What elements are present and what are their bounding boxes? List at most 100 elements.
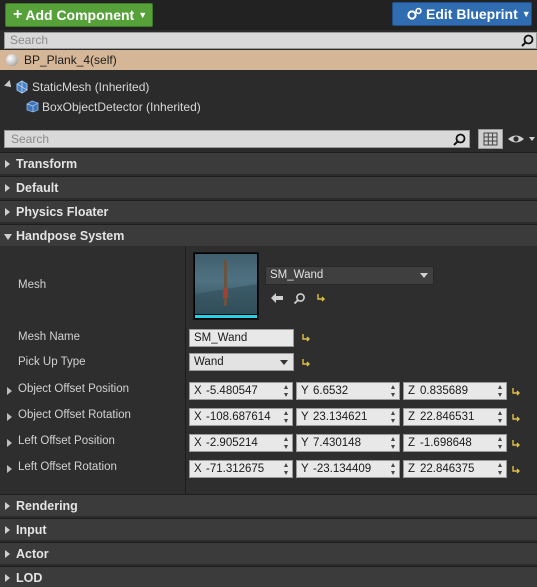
mesh-asset-value: SM_Wand [270,269,324,281]
vector-property-label: Object Offset Position [18,383,130,395]
reset-to-default-icon[interactable] [301,333,311,342]
expand-arrow-icon[interactable] [7,439,12,447]
vector-x-field[interactable]: X -5.480547 [189,382,293,400]
spin-arrows-icon[interactable] [391,385,396,397]
vector-y-value: 6.6532 [313,385,349,397]
vector-x-value: -5.480547 [206,385,258,397]
reset-to-default-icon[interactable] [511,413,521,422]
expand-arrow-icon[interactable] [7,413,12,421]
axis-letter: X [194,437,202,449]
spin-arrows-icon[interactable] [284,411,289,423]
axis-letter: Z [408,437,416,449]
property-matrix-button[interactable] [478,129,503,149]
details-search-input[interactable]: Search [4,130,470,148]
category-input[interactable]: Input [0,518,537,540]
mesh-asset-combo[interactable]: SM_Wand [265,266,434,285]
wand-preview-icon [195,260,257,314]
spin-arrows-icon[interactable] [498,411,503,423]
edit-blueprint-button[interactable]: Edit Blueprint ▼ [392,2,532,26]
vector-y-value: -23.134409 [313,463,372,475]
category-label: LOD [16,571,43,585]
vector-property-label: Left Offset Rotation [18,461,117,473]
vector-property-label: Left Offset Position [18,435,115,447]
expand-arrow-icon[interactable] [7,387,12,395]
reset-to-default-icon[interactable] [301,358,311,367]
browse-asset-search-icon[interactable] [293,292,306,305]
category-transform[interactable]: Transform [0,152,537,174]
category-physics-floater[interactable]: Physics Floater [0,200,537,222]
category-label: Default [16,181,59,195]
spin-arrows-icon[interactable] [391,463,396,475]
spin-arrows-icon[interactable] [284,463,289,475]
expand-arrow-icon [5,502,10,510]
pick-up-type-value: Wand [194,356,224,368]
eye-icon [508,135,535,143]
box-collision-icon [26,100,39,113]
spin-arrows-icon[interactable] [391,411,396,423]
mesh-name-value: SM_Wand [194,332,248,344]
plus-icon: + [13,6,23,23]
gears-icon [407,7,422,20]
category-handpose-system[interactable]: Handpose System [0,224,537,246]
spin-arrows-icon[interactable] [498,385,503,397]
chevron-down-icon [280,360,288,365]
vector-x-field[interactable]: X -108.687614 [189,408,293,426]
category-default[interactable]: Default [0,176,537,198]
collapse-arrow-icon [4,234,12,240]
expand-arrow-icon[interactable] [4,80,14,90]
details-search-placeholder: Search [11,132,50,146]
vector-x-field[interactable]: X -2.905214 [189,434,293,452]
vector-x-field[interactable]: X -71.312675 [189,460,293,478]
vector-z-field[interactable]: Z 22.846531 [403,408,507,426]
vector-z-field[interactable]: Z 0.835689 [403,382,507,400]
vector-z-value: 22.846375 [420,463,475,475]
category-label: Actor [16,547,49,561]
chevron-down-icon: ▼ [521,9,531,19]
category-lod[interactable]: LOD [0,566,537,587]
axis-letter: X [194,385,202,397]
vector-z-field[interactable]: Z -1.698648 [403,434,507,452]
expand-arrow-icon [5,526,10,534]
pick-up-type-label: Pick Up Type [18,356,86,368]
mesh-name-input[interactable]: SM_Wand [189,329,294,347]
search-icon[interactable] [521,34,534,47]
tree-item-boxobjectdetector[interactable]: BoxObjectDetector (Inherited) [0,97,537,117]
components-search-input[interactable]: Search [4,32,537,49]
tree-item-staticmesh[interactable]: StaticMesh (Inherited) [0,77,537,97]
column-divider[interactable] [185,246,186,494]
vector-y-field[interactable]: Y 23.134621 [296,408,400,426]
spin-arrows-icon[interactable] [498,463,503,475]
expand-arrow-icon [5,160,10,168]
search-icon[interactable] [453,133,466,146]
chevron-down-icon: ▼ [138,10,148,20]
spin-arrows-icon[interactable] [391,437,396,449]
tree-item-label: BoxObjectDetector (Inherited) [42,100,201,114]
vector-x-value: -2.905214 [206,437,258,449]
reset-to-default-icon[interactable] [511,387,521,396]
spin-arrows-icon[interactable] [284,437,289,449]
vector-y-field[interactable]: Y 6.6532 [296,382,400,400]
spin-arrows-icon[interactable] [284,385,289,397]
vector-y-field[interactable]: Y -23.134409 [296,460,400,478]
add-component-button[interactable]: + Add Component ▼ [5,3,153,27]
vector-property-label: Object Offset Rotation [18,409,131,421]
component-self-item[interactable]: BP_Plank_4(self) [0,50,537,70]
mesh-thumbnail[interactable] [193,252,259,320]
category-rendering[interactable]: Rendering [0,494,537,516]
reset-to-default-icon[interactable] [316,293,326,302]
expand-arrow-icon [5,184,10,192]
view-options-button[interactable] [506,130,537,148]
spin-arrows-icon[interactable] [498,437,503,449]
vector-y-field[interactable]: Y 7.430148 [296,434,400,452]
use-selected-arrow-icon[interactable] [270,292,284,304]
category-actor[interactable]: Actor [0,542,537,564]
category-label: Physics Floater [16,205,109,219]
expand-arrow-icon[interactable] [7,465,12,473]
axis-letter: Z [408,385,416,397]
reset-to-default-icon[interactable] [511,465,521,474]
axis-letter: Y [301,411,309,423]
pick-up-type-select[interactable]: Wand [189,353,294,371]
vector-z-field[interactable]: Z 22.846375 [403,460,507,478]
reset-to-default-icon[interactable] [511,439,521,448]
axis-letter: X [194,463,202,475]
